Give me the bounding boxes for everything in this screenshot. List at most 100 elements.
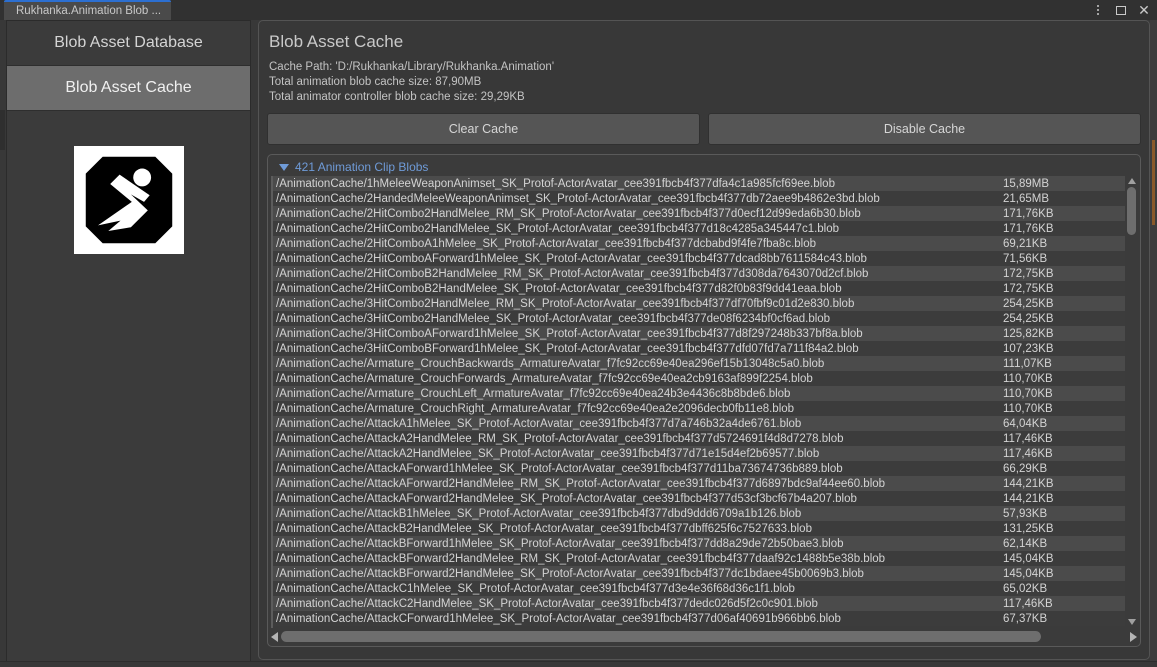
table-row[interactable]: /AnimationCache/Armature_CrouchBackwards… [273, 356, 1125, 371]
table-row[interactable]: /AnimationCache/AttackC2HandMelee_SK_Pro… [273, 596, 1125, 611]
blob-path-cell: /AnimationCache/AttackCForward1hMelee_SK… [276, 612, 841, 625]
left-edge-sliver [0, 110, 5, 150]
blob-path-cell: /AnimationCache/AttackBForward2HandMelee… [276, 567, 864, 580]
blob-path-cell: /AnimationCache/AttackAForward2HandMelee… [276, 477, 886, 490]
table-row[interactable]: /AnimationCache/2HitComboB2HandMelee_RM_… [273, 266, 1125, 281]
blob-size-cell: 111,07KB [1003, 357, 1052, 370]
clear-cache-button[interactable]: Clear Cache [267, 113, 700, 145]
blob-path-cell: /AnimationCache/AttackBForward2HandMelee… [276, 552, 886, 565]
scroll-down-arrow-icon[interactable] [1127, 619, 1136, 625]
blob-size-cell: 172,75KB [1003, 267, 1054, 280]
table-row[interactable]: /AnimationCache/3HitComboAForward1hMelee… [273, 326, 1125, 341]
blob-list[interactable]: /AnimationCache/1hMeleeWeaponAnimset_SK_… [271, 176, 1125, 628]
table-row[interactable]: /AnimationCache/AttackAForward1hMelee_SK… [273, 461, 1125, 476]
blob-size-cell: 171,76KB [1003, 222, 1054, 235]
table-row[interactable]: /AnimationCache/AttackA1hMelee_SK_Protof… [273, 416, 1125, 431]
blob-size-cell: 67,37KB [1003, 612, 1048, 625]
horizontal-scrollbar[interactable] [271, 629, 1137, 644]
blob-path-cell: /AnimationCache/2HitComboB2HandMelee_SK_… [276, 282, 842, 295]
table-row[interactable]: /AnimationCache/AttackAForward2HandMelee… [273, 476, 1125, 491]
blob-path-cell: /AnimationCache/2HitComboB2HandMelee_RM_… [276, 267, 869, 280]
table-row[interactable]: /AnimationCache/Armature_CrouchForwards_… [273, 371, 1125, 386]
table-row[interactable]: /AnimationCache/AttackA2HandMelee_SK_Pro… [273, 446, 1125, 461]
horizontal-scroll-thumb[interactable] [281, 631, 1041, 642]
foldout-animation-clip-blobs[interactable]: 421 Animation Clip Blobs [271, 158, 1137, 176]
blob-path-cell: /AnimationCache/AttackB2HandMelee_SK_Pro… [276, 522, 812, 535]
right-edge-accent [1152, 140, 1155, 225]
table-row[interactable]: /AnimationCache/Armature_CrouchLeft_Arma… [273, 386, 1125, 401]
blob-path-cell: /AnimationCache/2HandedMeleeWeaponAnimse… [276, 192, 880, 205]
vertical-scroll-thumb[interactable] [1127, 187, 1136, 235]
blob-path-cell: /AnimationCache/AttackA2HandMelee_RM_SK_… [276, 432, 844, 445]
right-edge-strip [1150, 20, 1157, 667]
chevron-down-icon [279, 163, 289, 171]
blob-size-cell: 66,29KB [1003, 462, 1048, 475]
horizontal-scroll-track[interactable] [281, 631, 1127, 642]
disable-cache-button[interactable]: Disable Cache [708, 113, 1141, 145]
bottom-edge-strip [0, 661, 1157, 667]
table-row[interactable]: /AnimationCache/AttackAForward2HandMelee… [273, 491, 1125, 506]
blob-size-cell: 110,70KB [1003, 402, 1053, 415]
blob-size-cell: 254,25KB [1003, 297, 1054, 310]
logo-container [7, 146, 250, 254]
close-icon[interactable]: ✕ [1137, 3, 1151, 17]
maximize-icon[interactable] [1114, 3, 1128, 17]
scroll-left-arrow-icon[interactable] [271, 631, 278, 642]
table-row[interactable]: /AnimationCache/2HitComboAForward1hMelee… [273, 251, 1125, 266]
table-row[interactable]: /AnimationCache/2HitComboA1hMelee_SK_Pro… [273, 236, 1125, 251]
sidebar-item-blob-asset-cache[interactable]: Blob Asset Cache [7, 66, 250, 111]
table-row[interactable]: /AnimationCache/AttackA2HandMelee_RM_SK_… [273, 431, 1125, 446]
blob-path-cell: /AnimationCache/3HitCombo2HandMelee_SK_P… [276, 312, 831, 325]
table-row[interactable]: /AnimationCache/AttackC1hMelee_SK_Protof… [273, 581, 1125, 596]
table-row[interactable]: /AnimationCache/2HandedMeleeWeaponAnimse… [273, 191, 1125, 206]
blob-path-cell: /AnimationCache/2HitCombo2HandMelee_RM_S… [276, 207, 861, 220]
blob-path-cell: /AnimationCache/AttackAForward1hMelee_SK… [276, 462, 843, 475]
sidebar-item-label: Blob Asset Cache [65, 79, 192, 96]
sidebar-item-blob-asset-database[interactable]: Blob Asset Database [7, 21, 250, 66]
table-row[interactable]: /AnimationCache/2HitComboB2HandMelee_SK_… [273, 281, 1125, 296]
table-row[interactable]: /AnimationCache/AttackBForward2HandMelee… [273, 551, 1125, 566]
table-row[interactable]: /AnimationCache/3HitComboBForward1hMelee… [273, 341, 1125, 356]
blob-size-cell: 144,21KB [1003, 492, 1054, 505]
blob-path-cell: /AnimationCache/2HitComboA1hMelee_SK_Pro… [276, 237, 817, 250]
blob-path-cell: /AnimationCache/3HitComboBForward1hMelee… [276, 342, 859, 355]
tab-rukhanka-animation-blob[interactable]: Rukhanka.Animation Blob ... [4, 0, 172, 20]
table-row[interactable]: /AnimationCache/AttackBForward2HandMelee… [273, 566, 1125, 581]
blob-size-cell: 125,82KB [1003, 327, 1054, 340]
blob-size-cell: 62,14KB [1003, 537, 1048, 550]
blob-size-cell: 254,25KB [1003, 312, 1054, 325]
blob-size-cell: 110,70KB [1003, 372, 1053, 385]
table-row[interactable]: /AnimationCache/AttackB1hMelee_SK_Protof… [273, 506, 1125, 521]
table-row[interactable]: /AnimationCache/Armature_CrouchRight_Arm… [273, 401, 1125, 416]
table-row[interactable]: /AnimationCache/2HitCombo2HandMelee_RM_S… [273, 206, 1125, 221]
blob-size-cell: 145,04KB [1003, 567, 1054, 580]
blob-size-cell: 110,70KB [1003, 387, 1053, 400]
table-row[interactable]: /AnimationCache/AttackCForward1hMelee_SK… [273, 611, 1125, 626]
table-row[interactable]: /AnimationCache/1hMeleeWeaponAnimset_SK_… [273, 176, 1125, 191]
blob-path-cell: /AnimationCache/2HitCombo2HandMelee_SK_P… [276, 222, 840, 235]
scroll-up-arrow-icon[interactable] [1127, 178, 1136, 184]
blob-size-cell: 144,21KB [1003, 477, 1054, 490]
blob-size-cell: 117,46KB [1003, 597, 1053, 610]
scroll-right-arrow-icon[interactable] [1130, 631, 1137, 642]
animation-clip-blobs-listbox: 421 Animation Clip Blobs /AnimationCache… [267, 154, 1141, 647]
blob-path-cell: /AnimationCache/3HitComboAForward1hMelee… [276, 327, 863, 340]
vertical-scrollbar[interactable] [1125, 175, 1138, 628]
blob-path-cell: /AnimationCache/AttackA1hMelee_SK_Protof… [276, 417, 802, 430]
total-animator-controller-blob-cache-size-text: Total animator controller blob cache siz… [269, 91, 525, 103]
table-row[interactable]: /AnimationCache/3HitCombo2HandMelee_RM_S… [273, 296, 1125, 311]
page-title: Blob Asset Cache [269, 32, 404, 51]
blob-size-cell: 57,93KB [1003, 507, 1048, 520]
table-row[interactable]: /AnimationCache/3HitCombo2HandMelee_SK_P… [273, 311, 1125, 326]
blob-path-cell: /AnimationCache/AttackC1hMelee_SK_Protof… [276, 582, 795, 595]
table-row[interactable]: /AnimationCache/AttackB2HandMelee_SK_Pro… [273, 521, 1125, 536]
kebab-menu-icon[interactable] [1091, 3, 1105, 17]
blob-size-cell: 69,21KB [1003, 237, 1048, 250]
blob-path-cell: /AnimationCache/3HitCombo2HandMelee_RM_S… [276, 297, 855, 310]
table-row[interactable]: /AnimationCache/2HitCombo2HandMelee_SK_P… [273, 221, 1125, 236]
blob-size-cell: 21,65MB [1003, 192, 1050, 205]
table-row[interactable]: /AnimationCache/AttackBForward1hMelee_SK… [273, 536, 1125, 551]
logo-svg [85, 156, 172, 244]
blob-size-cell: 65,02KB [1003, 582, 1048, 595]
action-button-row: Clear Cache Disable Cache [267, 113, 1141, 145]
